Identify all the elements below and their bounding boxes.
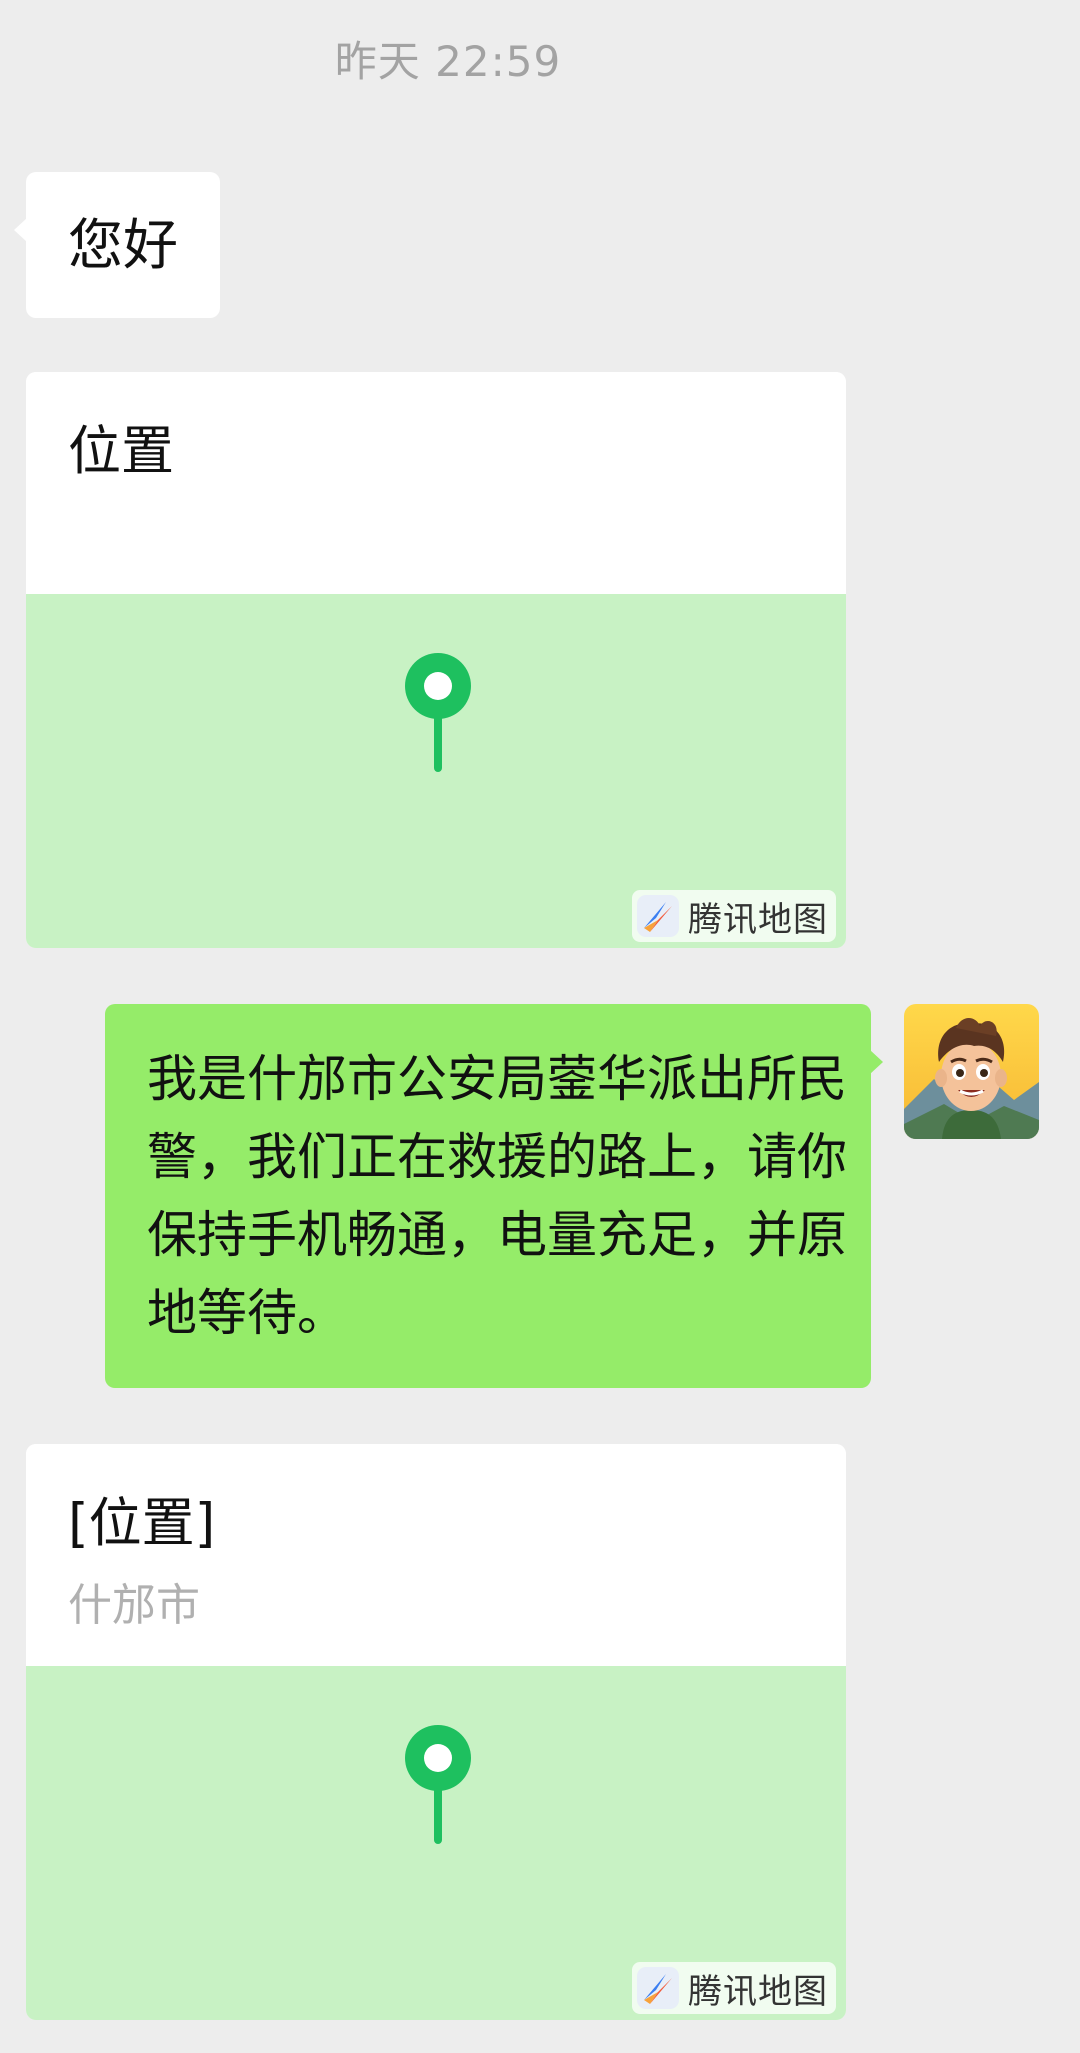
location-pin-icon <box>405 1725 471 1844</box>
map-provider-label: 腾讯地图 <box>688 1971 828 2012</box>
location-map-preview[interactable]: 腾讯地图 <box>26 1666 846 2020</box>
location-map-preview[interactable]: 腾讯地图 <box>26 594 846 948</box>
message-text: 您好 <box>68 213 179 277</box>
map-provider-badge: 腾讯地图 <box>632 890 836 942</box>
cartoon-avatar-icon <box>904 1004 1039 1139</box>
location-title: [位置] <box>68 1493 216 1554</box>
tencent-map-logo-icon <box>637 1967 679 2009</box>
map-provider-label: 腾讯地图 <box>688 899 828 940</box>
tencent-map-logo-icon <box>637 895 679 937</box>
message-timestamp: 昨天 22:59 <box>334 37 562 86</box>
outgoing-message-bubble[interactable]: 我是什邡市公安局蓥华派出所民警，我们正在救援的路上，请你保持手机畅通，电量充足，… <box>105 1004 883 1388</box>
location-address: 什邡市 <box>68 1580 200 1631</box>
location-card-header: [位置] 什邡市 <box>26 1444 846 1666</box>
incoming-message-bubble[interactable]: 您好 <box>14 172 220 318</box>
location-card[interactable]: [位置] 什邡市 腾讯地图 <box>26 1444 846 2020</box>
location-card-header: 位置 <box>26 372 846 594</box>
avatar[interactable] <box>904 1004 1039 1139</box>
location-pin-icon <box>405 653 471 772</box>
location-title: 位置 <box>68 421 174 482</box>
message-text: 我是什邡市公安局蓥华派出所民警，我们正在救援的路上，请你保持手机畅通，电量充足，… <box>147 1050 847 1342</box>
map-provider-badge: 腾讯地图 <box>632 1962 836 2014</box>
location-card[interactable]: 位置 腾讯地图 <box>26 372 846 948</box>
